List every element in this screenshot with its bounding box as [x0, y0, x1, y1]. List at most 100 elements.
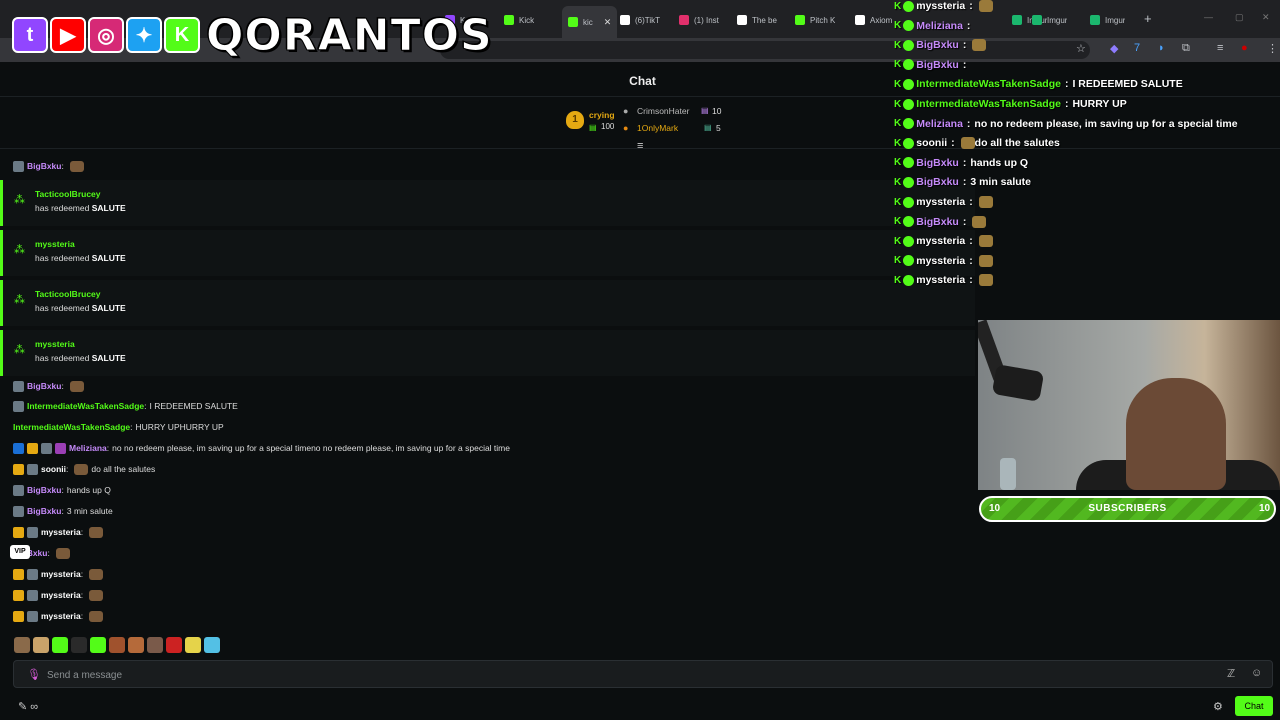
user-badge-icon[interactable] [13, 400, 24, 412]
user-badge-icon[interactable] [13, 589, 24, 601]
browser-tab[interactable]: (6)TikT [620, 10, 660, 30]
water-bottle-image [1000, 458, 1016, 490]
chat-username[interactable]: BigBxku [27, 485, 61, 495]
user-badge-icon[interactable] [13, 160, 24, 172]
chat-message: myssteria: [13, 566, 106, 582]
user-badge-icon[interactable] [13, 484, 24, 496]
redeem-event: ⁂ myssteria has redeemed SALUTE [0, 230, 975, 276]
rank-medal-icon: 1 [566, 111, 584, 129]
chat-username[interactable]: BigBxku [27, 506, 61, 516]
user-badge-icon[interactable] [27, 526, 38, 538]
twitter-logo-icon: ✦ [126, 17, 162, 53]
chat-username[interactable]: BigBxku [27, 381, 61, 391]
translate-icon[interactable]: ℤ [1227, 667, 1235, 680]
collapse-leaderboard-icon[interactable]: ≡ [637, 140, 643, 152]
browser-tab[interactable]: The be [737, 10, 777, 30]
user-badge-icon[interactable] [13, 463, 24, 475]
reading-list-icon[interactable]: ≡ [1217, 42, 1223, 54]
chat-username[interactable]: myssteria [41, 611, 81, 621]
browser-tab[interactable]: Imgur [1032, 10, 1067, 30]
emote-button[interactable] [90, 637, 106, 653]
overlay-emote-image [978, 0, 993, 12]
emote-button[interactable] [33, 637, 49, 653]
redeem-text: has redeemed SALUTE [35, 353, 126, 363]
emote-button[interactable] [147, 637, 163, 653]
chat-username[interactable]: IntermediateWasTakenSadge [13, 422, 130, 432]
new-tab-button[interactable]: + [1144, 11, 1152, 26]
twitch-logo-icon: t [12, 17, 48, 53]
overlay-username: Meliziana [916, 19, 963, 32]
chat-username[interactable]: BigBxku [27, 161, 61, 171]
browser-menu-icon[interactable]: ⋮ [1267, 42, 1278, 55]
chat-username[interactable]: IntermediateWasTakenSadge [27, 401, 144, 411]
emote-button[interactable] [166, 637, 182, 653]
minimize-window-icon[interactable]: — [1204, 12, 1213, 22]
emoji-picker-icon[interactable]: ☺ [1251, 667, 1262, 679]
kick-platform-icon: K [894, 39, 902, 51]
redeem-username[interactable]: TacticoolBrucey [35, 189, 101, 199]
extensions-puzzle-icon[interactable]: ⧉ [1182, 42, 1190, 55]
user-badge-icon[interactable] [27, 568, 38, 580]
browser-tab[interactable]: (1) Inst [679, 10, 719, 30]
chat-username[interactable]: myssteria [41, 590, 81, 600]
browser-tab[interactable]: Kick [504, 10, 534, 30]
user-badge-icon[interactable] [13, 568, 24, 580]
user-badge-icon[interactable] [55, 442, 66, 454]
chat-username[interactable]: Meliziana [69, 443, 107, 453]
send-message-input[interactable] [47, 666, 1197, 684]
gift-icon: ▤ [704, 123, 712, 132]
user-badge-icon [903, 176, 915, 188]
redeem-username[interactable]: TacticoolBrucey [35, 289, 101, 299]
leaderboard-user-2[interactable]: CrimsonHater [637, 106, 689, 116]
chat-username[interactable]: myssteria [41, 569, 81, 579]
overlay-separator: : [951, 137, 955, 150]
browser-tab[interactable]: Imgur [1090, 10, 1125, 30]
redeem-icon: ⁂ [14, 244, 25, 256]
user-badge-icon[interactable] [27, 589, 38, 601]
chat-username[interactable]: myssteria [41, 527, 81, 537]
redeem-username[interactable]: myssteria [35, 339, 75, 349]
user-badge-icon[interactable] [13, 442, 24, 454]
microphone-icon[interactable]: 🎙 [27, 668, 41, 681]
bookmark-star-icon[interactable]: ☆ [1076, 42, 1086, 55]
extension-icon[interactable]: ◆ [1110, 42, 1118, 55]
overlay-username: soonii [916, 137, 948, 150]
close-tab-icon[interactable]: ✕ [604, 17, 612, 28]
user-badge-icon[interactable] [41, 442, 52, 454]
emote-button[interactable] [185, 637, 201, 653]
overlay-chat-line: K BigBxku: [894, 56, 970, 74]
leaderboard-user-3[interactable]: 1OnlyMark [637, 123, 678, 133]
emote-button[interactable] [109, 637, 125, 653]
leaderboard-top-user[interactable]: crying [589, 110, 615, 120]
address-bar[interactable] [440, 41, 1090, 59]
audio-extension-icon[interactable]: ◗ [1158, 42, 1165, 54]
user-badge-icon[interactable] [27, 463, 38, 475]
emote-button[interactable] [71, 637, 87, 653]
profile-avatar-icon[interactable]: ● [1241, 42, 1248, 54]
chat-username[interactable]: soonii [41, 464, 66, 474]
user-badge-icon[interactable] [13, 505, 24, 517]
user-badge-icon[interactable] [13, 610, 24, 622]
user-badge-icon [903, 157, 915, 169]
chat-message-text: I REDEEMED SALUTE [149, 401, 238, 411]
close-window-icon[interactable]: ✕ [1262, 12, 1270, 23]
browser-tab[interactable]: Pitch K [795, 10, 835, 30]
overlay-separator: : [969, 235, 973, 248]
user-badge-icon [903, 78, 915, 90]
user-badge-icon[interactable] [27, 610, 38, 622]
user-badge-icon[interactable] [13, 526, 24, 538]
emote-button[interactable] [52, 637, 68, 653]
emote-button[interactable] [204, 637, 220, 653]
user-badge-icon[interactable] [13, 380, 24, 392]
emote-button[interactable] [128, 637, 144, 653]
translate-extension-icon[interactable]: 7 [1134, 42, 1140, 54]
maximize-window-icon[interactable]: ▢ [1235, 12, 1244, 23]
browser-tab[interactable]: kic ✕ [562, 6, 618, 38]
browser-tab[interactable]: Axiom [855, 10, 892, 30]
chat-settings-gear-icon[interactable]: ⚙ [1213, 700, 1223, 713]
emote-button[interactable] [14, 637, 30, 653]
chat-tools-icon[interactable]: ✎ ∞ [18, 700, 38, 713]
send-chat-button[interactable]: Chat [1235, 696, 1273, 716]
user-badge-icon[interactable] [27, 442, 38, 454]
redeem-username[interactable]: myssteria [35, 239, 75, 249]
